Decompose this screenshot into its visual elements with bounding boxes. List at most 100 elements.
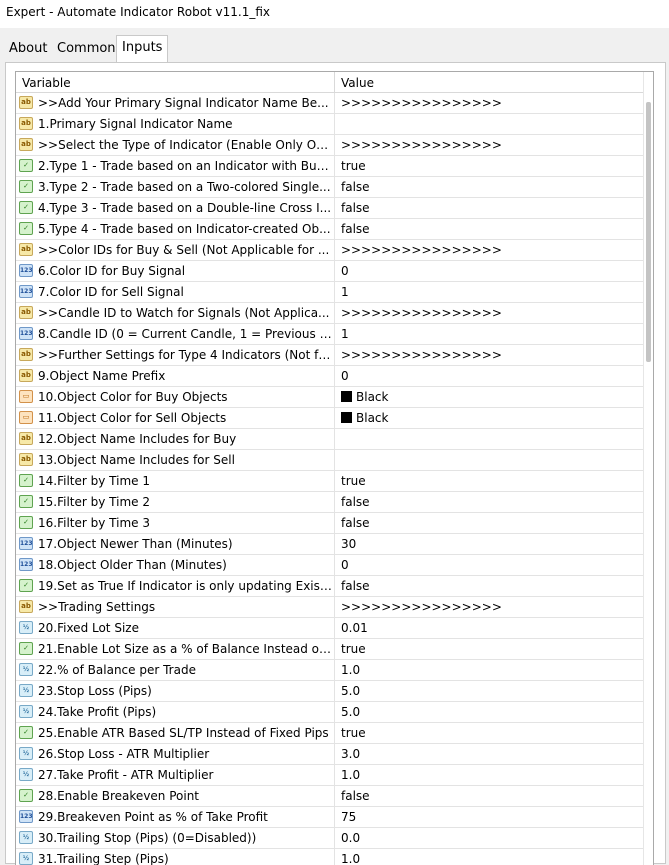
table-row[interactable]: ½ 23.Stop Loss (Pips) 5.0 — [16, 681, 653, 702]
variable-label: 19.Set as True If Indicator is only upda… — [38, 579, 332, 593]
value-text: false — [341, 516, 370, 530]
table-row[interactable]: ab >>Trading Settings >>>>>>>>>>>>>>>> — [16, 597, 653, 618]
tab-about[interactable]: About — [4, 38, 52, 60]
header-divider[interactable] — [334, 72, 335, 93]
table-row[interactable]: ab >>Further Settings for Type 4 Indicato… — [16, 345, 653, 366]
tab-inputs[interactable]: Inputs — [116, 35, 169, 63]
value-cell[interactable]: >>>>>>>>>>>>>>>> — [341, 138, 502, 152]
table-row[interactable]: 123 29.Breakeven Point as % of Take Profi… — [16, 807, 653, 828]
value-cell[interactable]: 1.0 — [341, 768, 360, 782]
value-cell[interactable]: false — [341, 495, 370, 509]
value-cell[interactable]: >>>>>>>>>>>>>>>> — [341, 243, 502, 257]
double-icon: ½ — [19, 621, 33, 634]
table-row[interactable]: ab >>Color IDs for Buy & Sell (Not Applic… — [16, 240, 653, 261]
value-cell[interactable]: 30 — [341, 537, 356, 551]
table-row[interactable]: ab 13.Object Name Includes for Sell — [16, 450, 653, 471]
value-cell[interactable]: false — [341, 789, 370, 803]
table-row[interactable]: ✓ 21.Enable Lot Size as a % of Balance In… — [16, 639, 653, 660]
table-row[interactable]: 123 18.Object Older Than (Minutes) 0 — [16, 555, 653, 576]
value-cell[interactable]: false — [341, 579, 370, 593]
table-row[interactable]: ab >>Candle ID to Watch for Signals (Not … — [16, 303, 653, 324]
value-cell[interactable]: true — [341, 159, 366, 173]
value-cell[interactable]: >>>>>>>>>>>>>>>> — [341, 306, 502, 320]
table-row[interactable]: 123 17.Object Newer Than (Minutes) 30 — [16, 534, 653, 555]
tab-common[interactable]: Common — [52, 38, 121, 60]
table-row[interactable]: ▭ 10.Object Color for Buy Objects Black — [16, 387, 653, 408]
variable-cell: ✓ 21.Enable Lot Size as a % of Balance In… — [16, 639, 335, 659]
double-icon: ½ — [19, 663, 33, 676]
value-text: 3.0 — [341, 747, 361, 761]
value-cell[interactable]: false — [341, 222, 370, 236]
color-swatch — [341, 391, 352, 402]
variable-cell: ab >>Select the Type of Indicator (Enable… — [16, 135, 335, 155]
variable-label: 6.Color ID for Buy Signal — [38, 264, 186, 278]
color-icon: ▭ — [19, 390, 33, 403]
variable-cell: ½ 27.Take Profit - ATR Multiplier — [16, 765, 335, 785]
table-row[interactable]: 123 7.Color ID for Sell Signal 1 — [16, 282, 653, 303]
value-cell[interactable]: true — [341, 474, 366, 488]
value-cell[interactable]: Black — [341, 411, 388, 425]
value-cell[interactable]: 1.0 — [341, 852, 360, 865]
value-cell[interactable]: 0.0 — [341, 831, 360, 845]
value-cell[interactable]: 3.0 — [341, 747, 360, 761]
table-row[interactable]: ab 9.Object Name Prefix 0 — [16, 366, 653, 387]
table-row[interactable]: ½ 27.Take Profit - ATR Multiplier 1.0 — [16, 765, 653, 786]
variable-cell: ab >>Further Settings for Type 4 Indicato… — [16, 345, 335, 365]
value-cell[interactable]: true — [341, 726, 366, 740]
table-row[interactable]: ✓ 19.Set as True If Indicator is only upd… — [16, 576, 653, 597]
value-cell[interactable]: 1 — [341, 285, 349, 299]
value-cell[interactable]: 0 — [341, 264, 349, 278]
variable-label: >>Add Your Primary Signal Indicator Name… — [38, 96, 329, 110]
value-cell[interactable]: 1 — [341, 327, 349, 341]
value-cell[interactable]: 5.0 — [341, 705, 360, 719]
table-row[interactable]: 123 8.Candle ID (0 = Current Candle, 1 = … — [16, 324, 653, 345]
table-row[interactable]: ✓ 5.Type 4 - Trade based on Indicator-cre… — [16, 219, 653, 240]
table-row[interactable]: ✓ 15.Filter by Time 2 false — [16, 492, 653, 513]
header-value[interactable]: Value — [341, 76, 374, 90]
text-icon: ab — [19, 117, 33, 130]
variable-cell: ½ 24.Take Profit (Pips) — [16, 702, 335, 722]
table-row[interactable]: ½ 24.Take Profit (Pips) 5.0 — [16, 702, 653, 723]
value-cell[interactable]: false — [341, 516, 370, 530]
table-row[interactable]: ½ 22.% of Balance per Trade 1.0 — [16, 660, 653, 681]
table-row[interactable]: ✓ 25.Enable ATR Based SL/TP Instead of Fi… — [16, 723, 653, 744]
value-text: false — [341, 789, 370, 803]
scrollbar-thumb[interactable] — [646, 102, 651, 362]
value-cell[interactable]: Black — [341, 390, 388, 404]
value-cell[interactable]: >>>>>>>>>>>>>>>> — [341, 348, 502, 362]
table-row[interactable]: ✓ 14.Filter by Time 1 true — [16, 471, 653, 492]
table-row[interactable]: ✓ 4.Type 3 - Trade based on a Double-line… — [16, 198, 653, 219]
table-row[interactable]: ▭ 11.Object Color for Sell Objects Black — [16, 408, 653, 429]
header-variable[interactable]: Variable — [22, 76, 71, 90]
value-cell[interactable]: 5.0 — [341, 684, 360, 698]
table-row[interactable]: ab 12.Object Name Includes for Buy — [16, 429, 653, 450]
table-row[interactable]: ½ 20.Fixed Lot Size 0.01 — [16, 618, 653, 639]
table-row[interactable]: ✓ 28.Enable Breakeven Point false — [16, 786, 653, 807]
table-row[interactable]: ✓ 3.Type 2 - Trade based on a Two-colored… — [16, 177, 653, 198]
value-cell[interactable]: 0 — [341, 558, 349, 572]
table-row[interactable]: ½ 26.Stop Loss - ATR Multiplier 3.0 — [16, 744, 653, 765]
vertical-scrollbar[interactable] — [643, 72, 653, 865]
table-row[interactable]: ab >>Add Your Primary Signal Indicator Na… — [16, 93, 653, 114]
table-row[interactable]: ✓ 2.Type 1 - Trade based on an Indicator … — [16, 156, 653, 177]
int-icon: 123 — [19, 810, 33, 823]
table-row[interactable]: ✓ 16.Filter by Time 3 false — [16, 513, 653, 534]
value-cell[interactable]: >>>>>>>>>>>>>>>> — [341, 96, 502, 110]
value-cell[interactable]: 0.01 — [341, 621, 368, 635]
value-cell[interactable]: 75 — [341, 810, 356, 824]
table-row[interactable]: ½ 31.Trailing Step (Pips) 1.0 — [16, 849, 653, 865]
value-cell[interactable]: 0 — [341, 369, 349, 383]
variable-label: 5.Type 4 - Trade based on Indicator-crea… — [38, 222, 331, 236]
value-cell[interactable]: false — [341, 201, 370, 215]
table-row[interactable]: 123 6.Color ID for Buy Signal 0 — [16, 261, 653, 282]
table-row[interactable]: ab >>Select the Type of Indicator (Enable… — [16, 135, 653, 156]
variable-cell: ½ 31.Trailing Step (Pips) — [16, 849, 335, 865]
table-row[interactable]: ½ 30.Trailing Stop (Pips) (0=Disabled)) 0.… — [16, 828, 653, 849]
text-icon: ab — [19, 369, 33, 382]
value-cell[interactable]: true — [341, 642, 366, 656]
value-cell[interactable]: >>>>>>>>>>>>>>>> — [341, 600, 502, 614]
value-text: true — [341, 642, 366, 656]
value-cell[interactable]: 1.0 — [341, 663, 360, 677]
value-cell[interactable]: false — [341, 180, 370, 194]
table-row[interactable]: ab 1.Primary Signal Indicator Name — [16, 114, 653, 135]
